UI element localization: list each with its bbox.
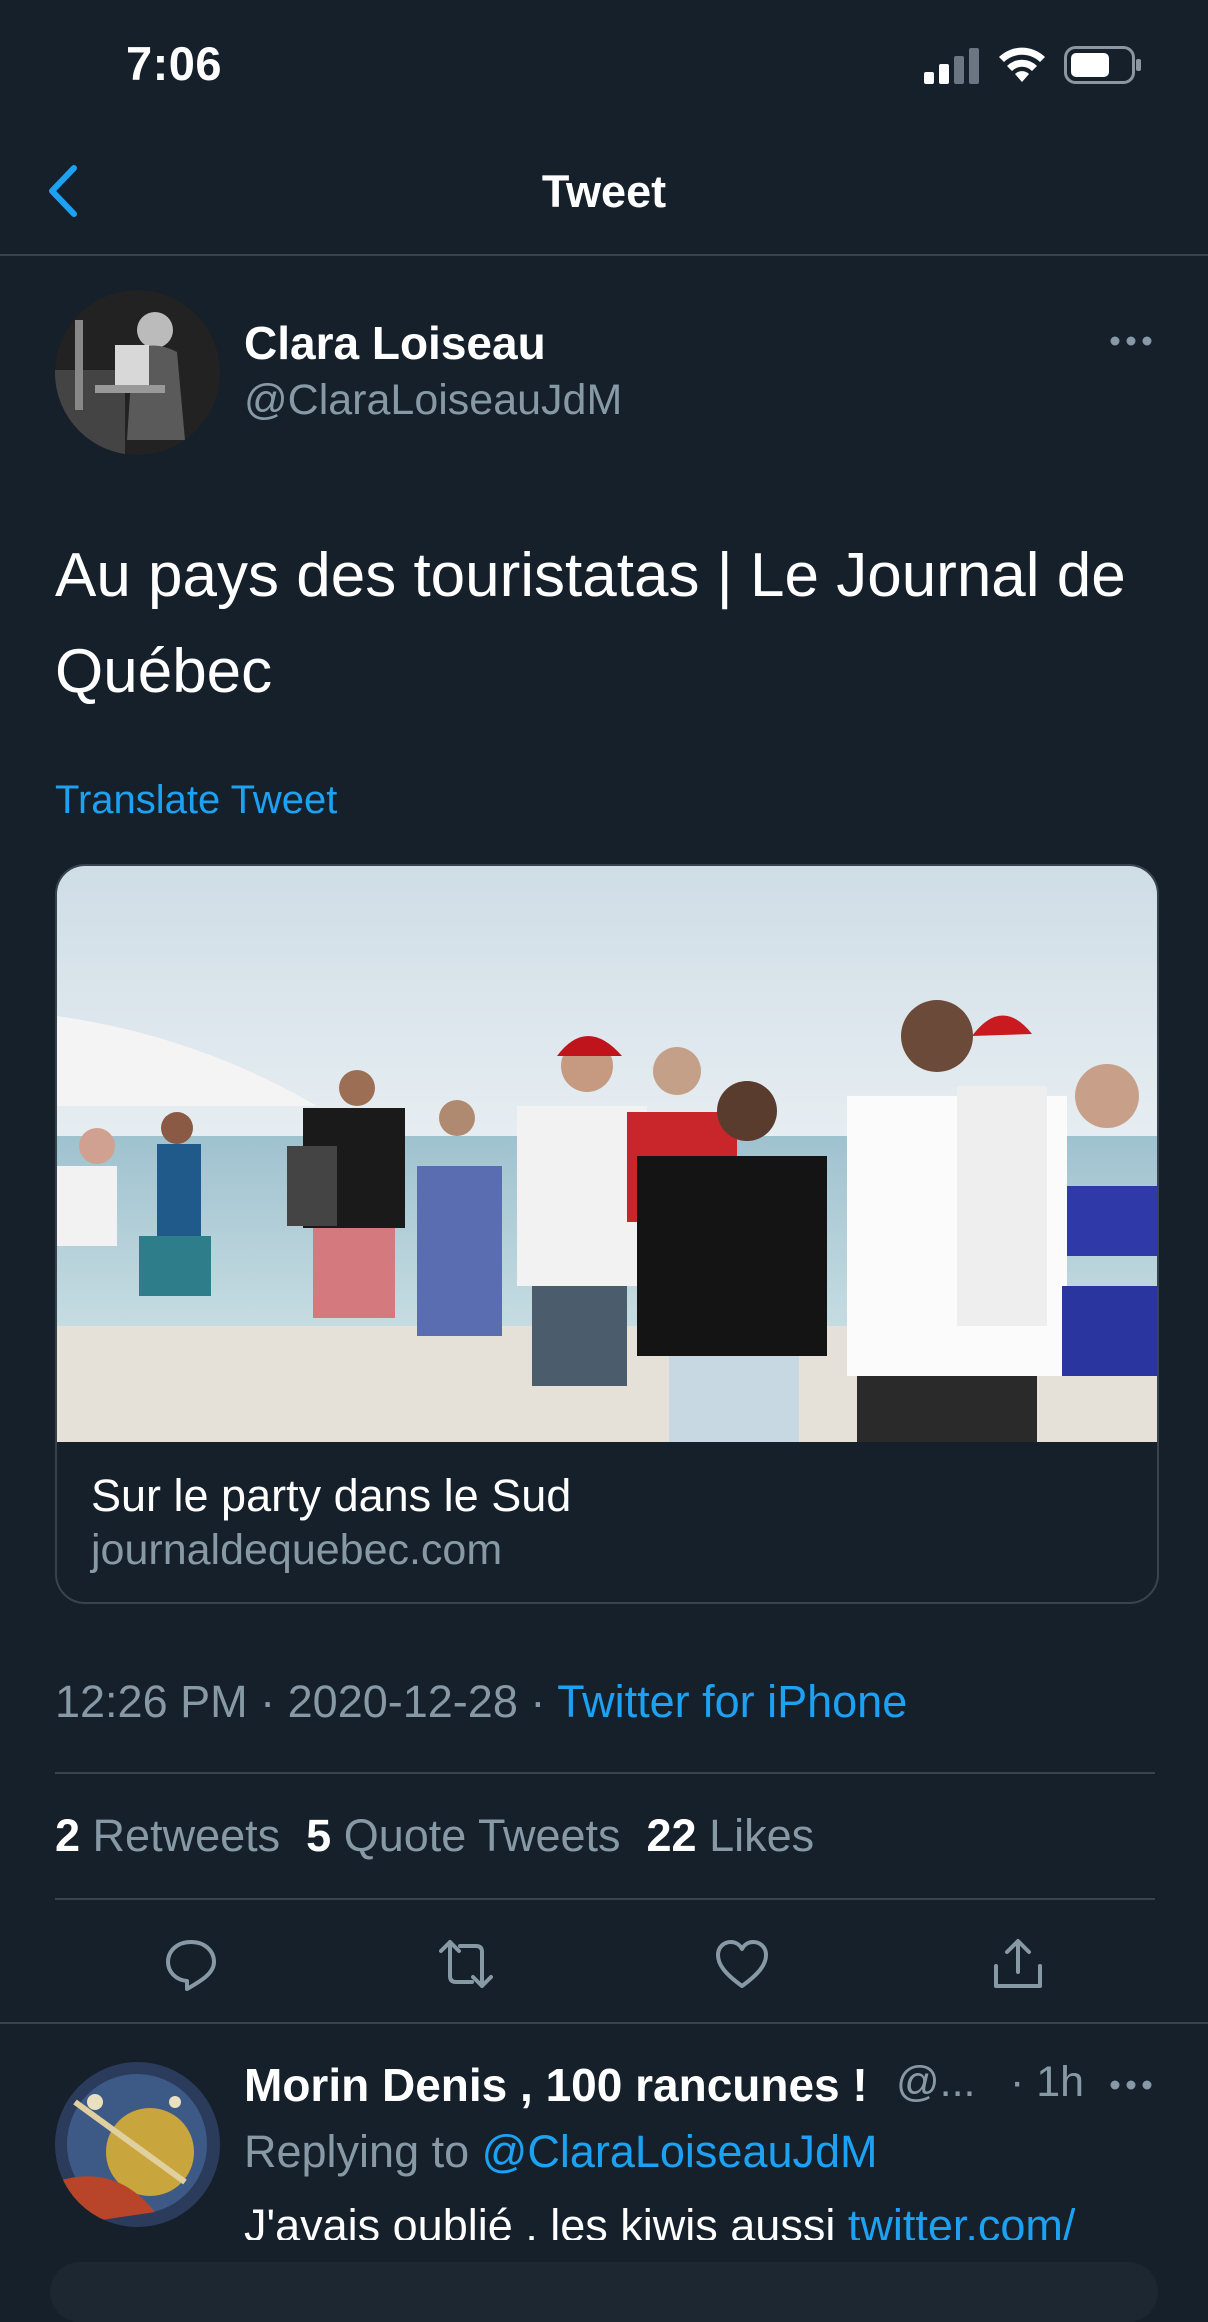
reply-author-handle[interactable]: @... xyxy=(896,2058,976,2107)
more-options-icon[interactable] xyxy=(1108,326,1154,356)
author-name[interactable]: Clara Loiseau xyxy=(244,316,546,370)
nav-divider xyxy=(0,254,1208,256)
link-card[interactable]: Sur le party dans le Sud journaldequebec… xyxy=(55,864,1159,1604)
reply-more-options-icon[interactable] xyxy=(1108,2070,1154,2100)
page-title: Tweet xyxy=(541,166,667,217)
quotes-stat[interactable]: 5 Quote Tweets xyxy=(306,1810,620,1861)
reply-avatar[interactable] xyxy=(55,2062,220,2227)
retweets-label: Retweets xyxy=(92,1810,281,1861)
likes-count: 22 xyxy=(646,1810,697,1861)
likes-label: Likes xyxy=(709,1810,815,1861)
meta-dot: · xyxy=(530,1676,546,1727)
tweet-text: Au pays des touristatas | Le Journal de … xyxy=(55,541,1126,706)
card-image xyxy=(57,866,1157,1442)
author-handle[interactable]: @ClaraLoiseauJdM xyxy=(244,376,622,425)
replying-prefix: Replying to xyxy=(244,2126,470,2177)
tweet-source[interactable]: Twitter for iPhone xyxy=(557,1676,907,1727)
divider xyxy=(0,2022,1208,2024)
reply-text: J'avais oublié , les kiwis aussi twitter… xyxy=(244,2200,1075,2244)
share-icon[interactable] xyxy=(990,1936,1046,1992)
retweet-icon[interactable] xyxy=(438,1936,494,1992)
likes-stat[interactable]: 22 Likes xyxy=(647,1810,815,1861)
reply-icon[interactable] xyxy=(163,1936,219,1992)
translate-tweet-link[interactable]: Translate Tweet xyxy=(55,778,337,823)
status-time: 7:06 xyxy=(126,37,223,90)
replying-to-handle[interactable]: @ClaraLoiseauJdM xyxy=(482,2126,878,2177)
quotes-count: 5 xyxy=(306,1810,332,1861)
like-icon[interactable] xyxy=(714,1936,770,1992)
card-title: Sur le party dans le Sud xyxy=(91,1470,572,1521)
replying-to: Replying to @ClaraLoiseauJdM xyxy=(244,2126,878,2178)
tweet-time: 12:26 PM xyxy=(55,1676,248,1727)
tweet-date: 2020-12-28 xyxy=(287,1676,518,1727)
card-domain: journaldequebec.com xyxy=(91,1526,503,1574)
retweets-count: 2 xyxy=(55,1810,81,1861)
quotes-label: Quote Tweets xyxy=(343,1810,621,1861)
reply-time: · 1h xyxy=(1010,2058,1085,2106)
reply-body: J'avais oublié , les kiwis aussi xyxy=(244,2200,836,2244)
wifi-icon xyxy=(999,47,1045,82)
divider xyxy=(55,1898,1155,1900)
meta-dot: · xyxy=(260,1676,276,1727)
tweet-meta: 12:26 PM · 2020-12-28 · Twitter for iPho… xyxy=(55,1676,907,1728)
reply-author-name[interactable]: Morin Denis , 100 rancunes ! xyxy=(244,2058,868,2112)
tweet-stats: 2 Retweets 5 Quote Tweets 22 Likes xyxy=(55,1810,814,1862)
battery-icon xyxy=(1064,46,1141,84)
divider xyxy=(55,1772,1155,1774)
reply-link[interactable]: twitter.com/ xyxy=(848,2200,1076,2244)
author-avatar[interactable] xyxy=(55,290,220,455)
signal-icon xyxy=(924,48,979,84)
reply-compose-bar[interactable] xyxy=(50,2262,1158,2322)
retweets-stat[interactable]: 2 Retweets xyxy=(55,1810,280,1861)
